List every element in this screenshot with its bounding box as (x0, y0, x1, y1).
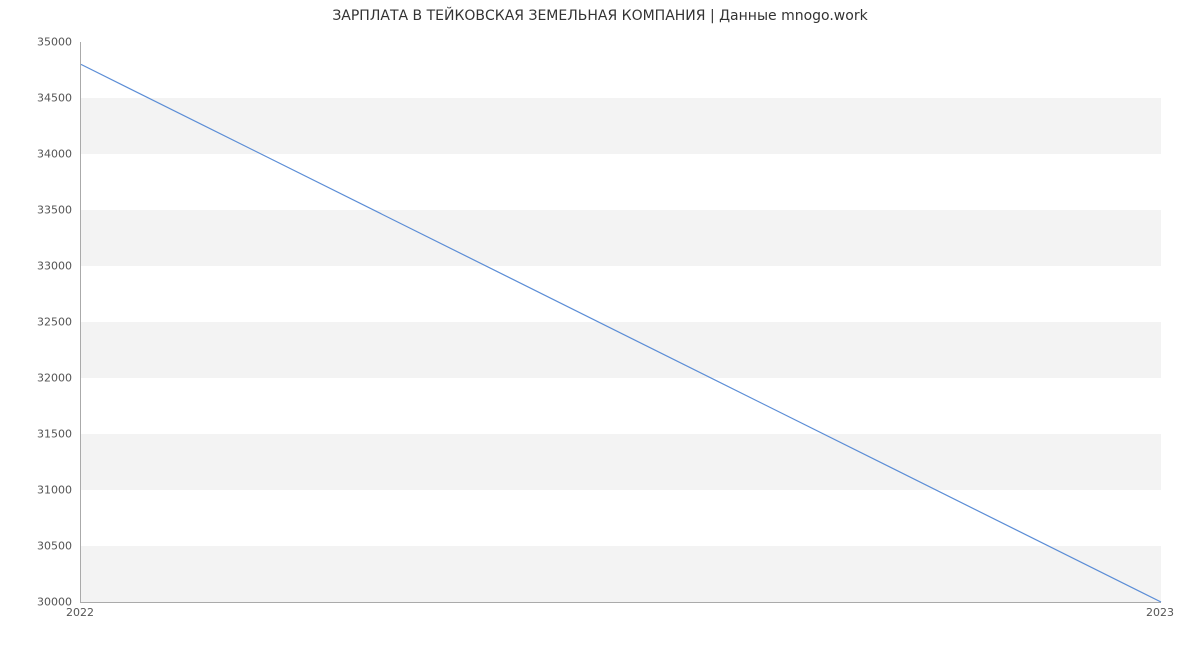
salary-chart: ЗАРПЛАТА В ТЕЙКОВСКАЯ ЗЕМЕЛЬНАЯ КОМПАНИЯ… (0, 0, 1200, 650)
series-line (81, 42, 1161, 602)
y-tick-label: 34500 (12, 92, 72, 105)
y-tick-label: 32000 (12, 372, 72, 385)
y-tick-label: 32500 (12, 316, 72, 329)
y-tick-label: 33000 (12, 260, 72, 273)
x-tick-label: 2023 (1146, 606, 1174, 619)
y-tick-label: 30500 (12, 540, 72, 553)
y-tick-label: 30000 (12, 596, 72, 609)
y-tick-label: 31500 (12, 428, 72, 441)
plot-area (80, 42, 1161, 603)
y-tick-label: 33500 (12, 204, 72, 217)
y-tick-label: 35000 (12, 36, 72, 49)
x-tick-label: 2022 (66, 606, 94, 619)
y-tick-label: 31000 (12, 484, 72, 497)
y-tick-label: 34000 (12, 148, 72, 161)
chart-title: ЗАРПЛАТА В ТЕЙКОВСКАЯ ЗЕМЕЛЬНАЯ КОМПАНИЯ… (0, 8, 1200, 24)
